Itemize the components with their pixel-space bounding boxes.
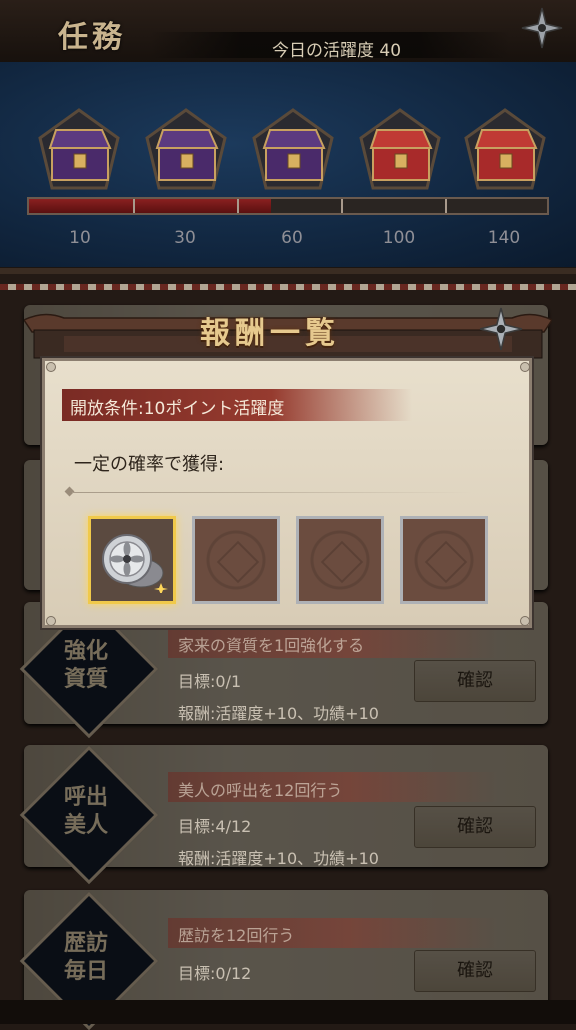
confirm-button[interactable]: 確認	[414, 806, 536, 848]
confirm-button[interactable]: 確認	[414, 660, 536, 702]
activity-progress-bar	[27, 197, 549, 215]
milestone-label: 140	[487, 228, 521, 248]
milestone-label: 100	[382, 228, 416, 248]
reward-subtitle: 一定の確率で獲得:	[74, 454, 225, 475]
progress-tick	[237, 199, 239, 213]
daily-activity-label: 今日の活躍度 40	[272, 41, 402, 61]
purple-chest-icon[interactable]	[250, 108, 336, 194]
task-reward: 報酬:活躍度+10、功績+10	[178, 704, 379, 723]
silver-coin-icon	[102, 534, 168, 593]
task-title: 家来の資質を1回強化する	[178, 636, 365, 655]
corner-rivet	[520, 616, 530, 626]
task-goal: 目標:0/12	[178, 964, 252, 983]
task-goal: 目標:0/1	[178, 672, 242, 691]
activity-progress-fill	[29, 199, 271, 213]
task-reward: 報酬:活躍度+10、功績+10	[178, 849, 379, 868]
progress-tick	[445, 199, 447, 213]
slot-pattern	[216, 540, 260, 584]
corner-rivet	[46, 362, 56, 372]
task-goal: 目標:4/12	[178, 817, 252, 836]
slot-pattern	[424, 540, 468, 584]
purple-chest-icon[interactable]	[36, 108, 122, 194]
task-badge-label: 強化 資質	[63, 638, 108, 692]
task-title: 美人の呼出を12回行う	[178, 781, 343, 800]
progress-tick	[133, 199, 135, 213]
milestone-label: 30	[174, 228, 196, 248]
milestone-label: 60	[281, 228, 303, 248]
reward-slot-coin[interactable]	[88, 516, 176, 604]
page-title: 任務	[58, 20, 126, 55]
shuriken-close-icon[interactable]	[520, 6, 564, 50]
red-chest-icon[interactable]	[462, 108, 548, 194]
modal-title: 報酬一覧	[200, 316, 340, 351]
task-badge-label: 呼出 美人	[63, 784, 108, 838]
purple-chest-icon[interactable]	[143, 108, 229, 194]
reward-slot-empty	[192, 516, 280, 604]
shuriken-close-icon[interactable]	[478, 306, 524, 352]
rope-decoration	[0, 284, 576, 290]
bottom-bar	[0, 1000, 576, 1024]
slot-pattern	[320, 540, 364, 584]
unlock-condition: 開放条件:10ポイント活躍度	[70, 399, 285, 419]
reward-slot-empty	[400, 516, 488, 604]
corner-rivet	[520, 362, 530, 372]
reward-slot-empty	[296, 516, 384, 604]
milestone-label: 10	[69, 228, 91, 248]
divider	[72, 492, 472, 493]
corner-rivet	[46, 616, 56, 626]
progress-tick	[341, 199, 343, 213]
confirm-button[interactable]: 確認	[414, 950, 536, 992]
task-badge-label: 歴訪 毎日	[63, 930, 108, 984]
task-title: 歴訪を12回行う	[178, 926, 295, 945]
red-chest-icon[interactable]	[357, 108, 443, 194]
